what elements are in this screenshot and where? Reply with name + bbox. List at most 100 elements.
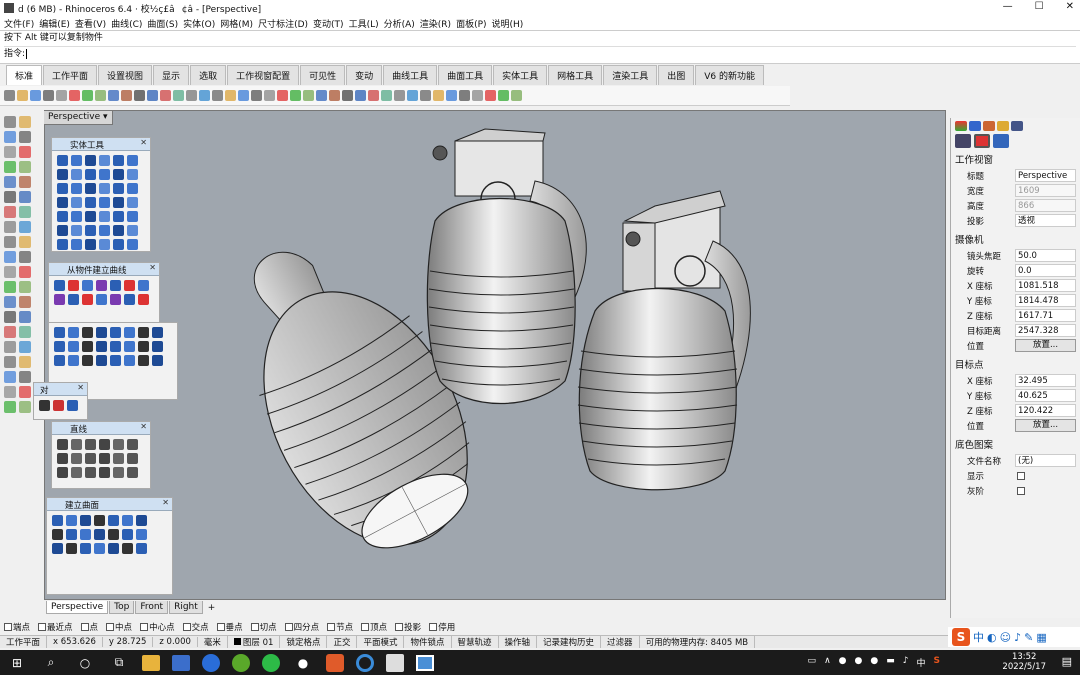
- tool-icon[interactable]: [138, 341, 149, 352]
- tool-icon[interactable]: [108, 515, 119, 526]
- target-place-button[interactable]: 放置...: [1015, 419, 1076, 432]
- tool-icon[interactable]: [57, 453, 68, 464]
- tool-icon[interactable]: [122, 515, 133, 526]
- osnap-option[interactable]: 节点: [327, 621, 353, 633]
- color-wheel-icon[interactable]: [955, 121, 967, 131]
- toolbar-tool-icon[interactable]: [108, 90, 119, 101]
- tool-icon[interactable]: [57, 439, 68, 450]
- tool-icon[interactable]: [85, 439, 96, 450]
- left-tool-icon[interactable]: [19, 251, 31, 263]
- tool-icon[interactable]: [96, 280, 107, 291]
- close-icon[interactable]: ✕: [149, 263, 156, 272]
- sogou-logo-icon[interactable]: S: [952, 628, 970, 646]
- ime-mic-icon[interactable]: ♪: [1014, 631, 1021, 644]
- tool-icon[interactable]: [127, 239, 138, 250]
- tool-icon[interactable]: [138, 294, 149, 305]
- tool-icon[interactable]: [96, 294, 107, 305]
- tool-icon[interactable]: [127, 183, 138, 194]
- tool-icon[interactable]: [124, 355, 135, 366]
- tool-icon[interactable]: [82, 341, 93, 352]
- left-tool-icon[interactable]: [19, 146, 31, 158]
- toolbar-tool-icon[interactable]: [212, 90, 223, 101]
- ime-punct-icon[interactable]: ◐: [987, 631, 997, 644]
- toolbar-tool-icon[interactable]: [342, 90, 353, 101]
- tool-icon[interactable]: [71, 155, 82, 166]
- close-icon[interactable]: ✕: [140, 138, 147, 147]
- toolbar-tool-icon[interactable]: [485, 90, 496, 101]
- tool-icon[interactable]: [54, 355, 65, 366]
- toolbar-tab[interactable]: 显示: [153, 65, 190, 85]
- property-value[interactable]: 1609: [1015, 184, 1076, 197]
- tool-icon[interactable]: [99, 197, 110, 208]
- status-gumball[interactable]: 操作轴: [499, 636, 538, 648]
- viewport-menu-arrow-icon[interactable]: ▾: [103, 112, 108, 122]
- tool-icon[interactable]: [68, 341, 79, 352]
- property-value[interactable]: 120.422: [1015, 404, 1076, 417]
- menu-item[interactable]: 尺寸标注(D): [258, 17, 313, 30]
- tool-icon[interactable]: [113, 211, 124, 222]
- toolbar-tool-icon[interactable]: [173, 90, 184, 101]
- tool-icon[interactable]: [82, 280, 93, 291]
- toolbar-tool-icon[interactable]: [160, 90, 171, 101]
- close-button[interactable]: ✕: [1066, 1, 1074, 12]
- property-value[interactable]: Perspective: [1015, 169, 1076, 182]
- wallpaper-show-checkbox[interactable]: [1017, 471, 1025, 480]
- add-viewport-tab[interactable]: +: [204, 603, 220, 613]
- tool-icon[interactable]: [54, 327, 65, 338]
- left-tool-icon[interactable]: [19, 221, 31, 233]
- left-tool-icon[interactable]: [4, 206, 16, 218]
- ime-skin-icon[interactable]: ✎: [1024, 631, 1033, 644]
- property-value[interactable]: 866: [1015, 199, 1076, 212]
- status-planar[interactable]: 平面模式: [357, 636, 405, 648]
- tool-icon[interactable]: [71, 211, 82, 222]
- perspective-viewport[interactable]: [44, 110, 946, 600]
- toolbar-tab[interactable]: 设置视图: [98, 65, 153, 85]
- menu-item[interactable]: 网格(M): [220, 17, 258, 30]
- left-tool-icon[interactable]: [4, 371, 16, 383]
- toolbar-tool-icon[interactable]: [134, 90, 145, 101]
- tool-icon[interactable]: [110, 294, 121, 305]
- toolbar-tab[interactable]: 曲面工具: [438, 65, 493, 85]
- tool-icon[interactable]: [96, 327, 107, 338]
- camera-place-button[interactable]: 放置...: [1015, 339, 1076, 352]
- toolbar-tool-icon[interactable]: [355, 90, 366, 101]
- tool-icon[interactable]: [54, 341, 65, 352]
- left-tool-icon[interactable]: [19, 206, 31, 218]
- tool-icon[interactable]: [99, 225, 110, 236]
- left-tool-icon[interactable]: [19, 191, 31, 203]
- tray-network-icon[interactable]: ▬: [886, 656, 895, 669]
- tool-icon[interactable]: [152, 327, 163, 338]
- toolbar-tool-icon[interactable]: [4, 90, 15, 101]
- viewport-title[interactable]: Perspective ▾: [44, 111, 113, 125]
- menu-item[interactable]: 渲染(R): [420, 17, 456, 30]
- left-tool-icon[interactable]: [4, 386, 16, 398]
- tool-icon[interactable]: [71, 197, 82, 208]
- menu-item[interactable]: 分析(A): [384, 17, 420, 30]
- left-tool-icon[interactable]: [4, 266, 16, 278]
- close-icon[interactable]: ✕: [162, 498, 169, 507]
- render-icon[interactable]: [983, 121, 995, 131]
- toolbar-tab[interactable]: 选取: [190, 65, 227, 85]
- property-value[interactable]: 1814.478: [1015, 294, 1076, 307]
- tray-keyboard-icon[interactable]: ▭: [808, 656, 817, 669]
- left-tool-icon[interactable]: [4, 146, 16, 158]
- left-tool-icon[interactable]: [19, 131, 31, 143]
- toolbar-tool-icon[interactable]: [472, 90, 483, 101]
- tool-icon[interactable]: [85, 225, 96, 236]
- left-tool-icon[interactable]: [19, 356, 31, 368]
- store-icon[interactable]: [172, 654, 190, 671]
- menu-item[interactable]: 曲面(S): [147, 17, 183, 30]
- left-tool-icon[interactable]: [4, 236, 16, 248]
- toolbar-tool-icon[interactable]: [56, 90, 67, 101]
- left-tool-icon[interactable]: [19, 296, 31, 308]
- status-plane[interactable]: 工作平面: [0, 636, 48, 648]
- maximize-button[interactable]: ☐: [1035, 1, 1044, 12]
- toolbar-tab[interactable]: 变动: [346, 65, 383, 85]
- close-icon[interactable]: ✕: [77, 383, 84, 392]
- property-value[interactable]: 2547.328: [1015, 324, 1076, 337]
- tool-icon[interactable]: [99, 239, 110, 250]
- tool-icon[interactable]: [113, 467, 124, 478]
- osnap-checkbox[interactable]: [140, 623, 149, 631]
- toolbar-tab[interactable]: 可见性: [300, 65, 346, 85]
- tool-icon[interactable]: [127, 155, 138, 166]
